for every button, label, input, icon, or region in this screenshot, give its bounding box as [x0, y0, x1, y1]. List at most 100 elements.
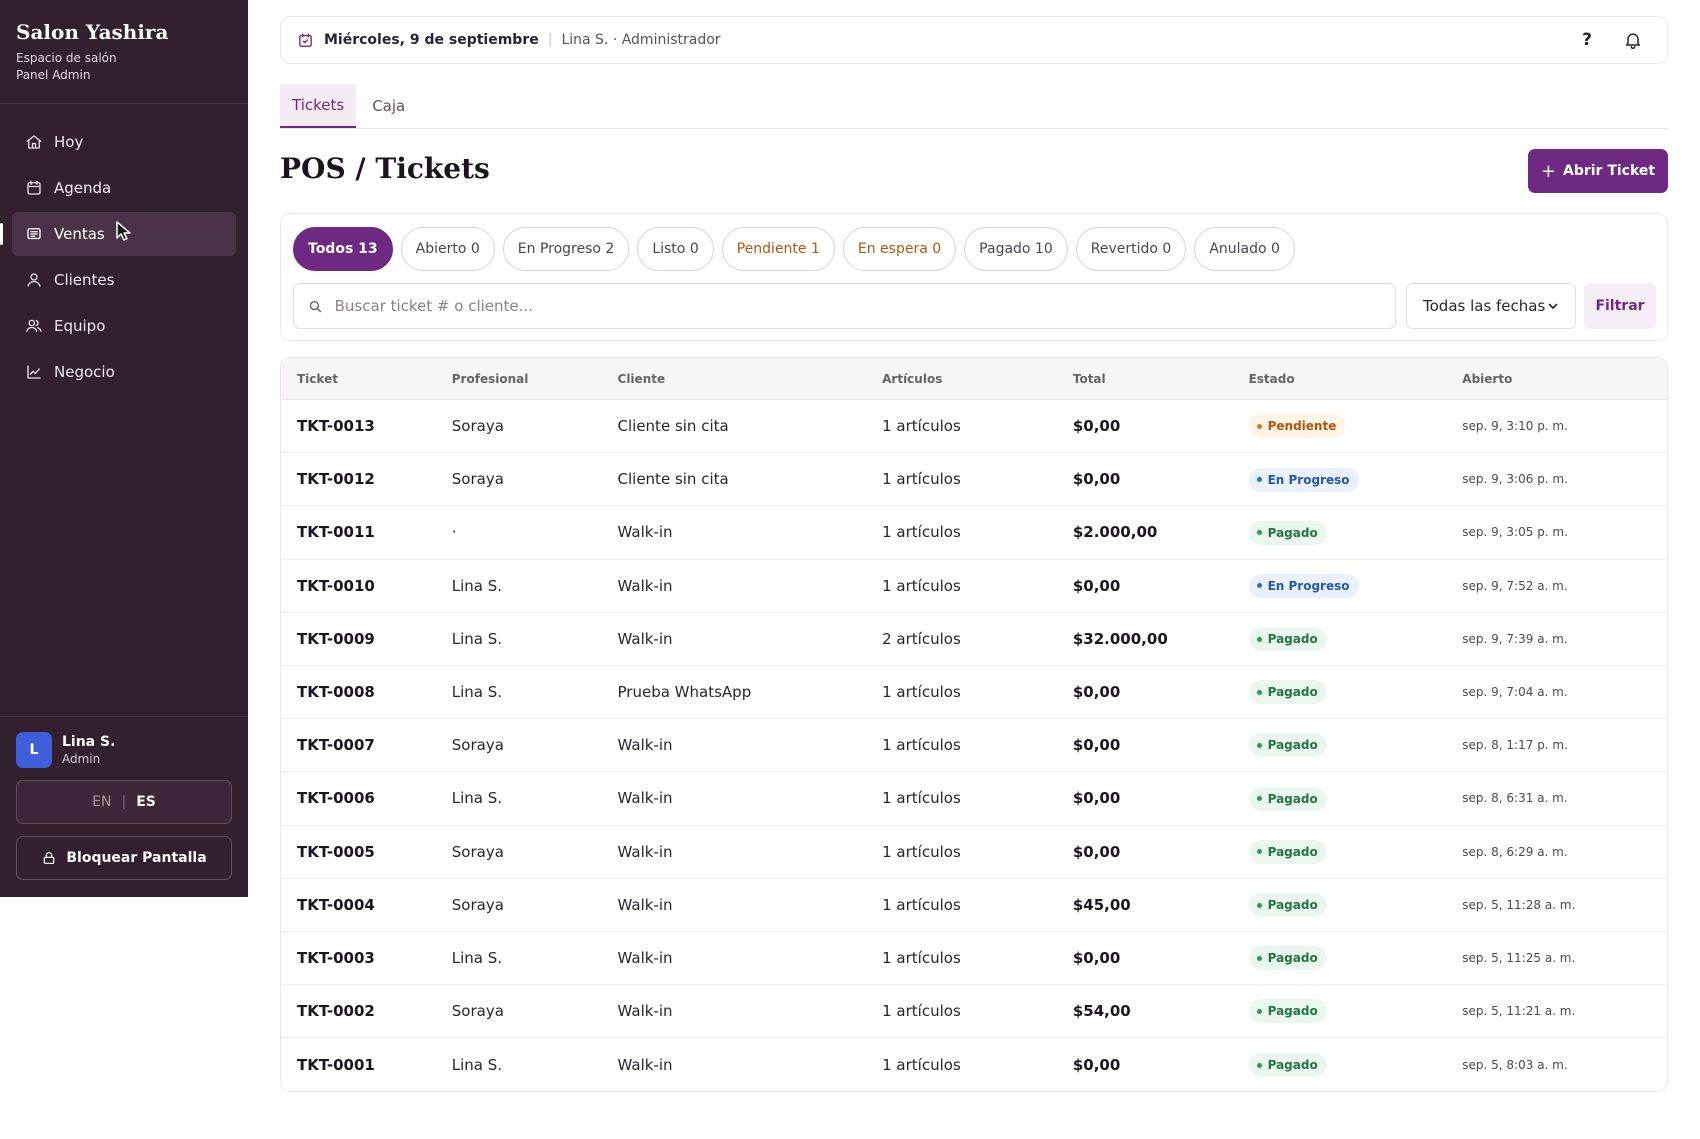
status-label: En Progreso — [1267, 472, 1350, 487]
chevron-down-icon — [1548, 303, 1558, 309]
professional-cell: Soraya — [451, 1002, 504, 1021]
table-row[interactable]: TKT-0009 Lina S. Walk-in 2 artículos $32.000… — [281, 613, 1667, 666]
sidebar-item-clientes[interactable]: Clientes — [12, 258, 236, 302]
table-row[interactable]: TKT-0011 · Walk-in 1 artículos $2.000,00 Paga… — [281, 506, 1667, 560]
filter-pill-anulado[interactable]: Anulado 0 — [1194, 227, 1295, 271]
client-cell: Walk-in — [617, 629, 673, 648]
client-cell: Walk-in — [617, 789, 673, 808]
lock-screen-button[interactable]: Bloquear Pantalla — [16, 836, 232, 880]
opened-cell: sep. 8, 6:29 a. m. — [1462, 844, 1568, 859]
status-dot-icon — [1256, 477, 1262, 483]
filter-pill-pendiente[interactable]: Pendiente 1 — [721, 227, 835, 271]
plus-icon: + — [1540, 160, 1556, 182]
table-row[interactable]: TKT-0010 Lina S. Walk-in 1 artículos $0,00 En… — [281, 560, 1667, 613]
total-cell: $0,00 — [1072, 417, 1121, 436]
status-cell: Pagado — [1248, 1053, 1463, 1078]
opened-cell: sep. 9, 7:52 a. m. — [1462, 578, 1568, 593]
column-header-abierto[interactable]: Abierto — [1462, 372, 1667, 386]
receipt-icon — [27, 228, 41, 240]
table-row[interactable]: TKT-0005 Soraya Walk-in 1 artículos $0,00 Pag… — [281, 826, 1667, 879]
total-cell: $0,00 — [1072, 948, 1121, 967]
table-row[interactable]: TKT-0007 Soraya Walk-in 1 artículos $0,00 Pag… — [281, 719, 1667, 773]
open-ticket-button[interactable]: + Abrir Ticket — [1528, 149, 1668, 193]
open-ticket-label: Abrir Ticket — [1562, 163, 1656, 179]
table-row[interactable]: TKT-0004 Soraya Walk-in 1 artículos $45,00 Pa… — [281, 879, 1667, 932]
items-cell: 1 artículos — [882, 1002, 961, 1021]
column-header-ticket[interactable]: Ticket — [281, 372, 452, 386]
filter-pill-en-progreso[interactable]: En Progreso 2 — [502, 227, 630, 271]
status-label: Pagado — [1267, 898, 1318, 913]
filter-pill-todos[interactable]: Todos 13 — [293, 227, 393, 271]
status-cell: Pagado — [1248, 893, 1463, 918]
items-cell: 1 artículos — [882, 523, 961, 542]
date-range-select[interactable]: Todas las fechas — [1406, 283, 1576, 329]
ticket-id-cell: TKT-0013 — [297, 417, 375, 436]
column-header-articulos[interactable]: Artículos — [882, 372, 1057, 386]
status-label: Pagado — [1267, 844, 1318, 859]
client-cell: Walk-in — [617, 1055, 673, 1074]
table-row[interactable]: TKT-0001 Lina S. Walk-in 1 artículos $0,00 Pa… — [281, 1038, 1667, 1091]
table-row[interactable]: TKT-0002 Soraya Walk-in 1 artículos $54,00 Pa… — [281, 985, 1667, 1039]
status-cell: Pagado — [1248, 627, 1463, 652]
column-header-cliente[interactable]: Cliente — [618, 372, 883, 386]
search-input[interactable] — [334, 297, 1381, 315]
status-badge: Pendiente — [1248, 414, 1346, 439]
user-card[interactable]: L Lina S. Admin — [16, 732, 232, 768]
status-label: Pagado — [1267, 632, 1318, 647]
sidebar-item-equipo[interactable]: Equipo — [12, 304, 236, 348]
items-cell: 2 artículos — [882, 629, 961, 648]
sidebar-item-agenda[interactable]: Agenda — [12, 166, 236, 210]
current-date: Miércoles, 9 de septiembre — [324, 32, 539, 48]
search-box — [293, 283, 1396, 329]
status-label: Pagado — [1267, 685, 1318, 700]
client-cell: Cliente sin cita — [617, 470, 729, 489]
opened-cell: sep. 9, 7:04 a. m. — [1462, 685, 1568, 700]
lock-screen-label: Bloquear Pantalla — [66, 850, 207, 866]
filter-pill-en-espera[interactable]: En espera 0 — [842, 227, 957, 271]
table-row[interactable]: TKT-0006 Lina S. Walk-in 1 artículos $0,00 Pa… — [281, 772, 1667, 826]
language-en-option[interactable]: EN — [92, 794, 111, 810]
column-header-total[interactable]: Total — [1057, 372, 1249, 386]
total-cell: $45,00 — [1072, 895, 1131, 914]
tab-caja[interactable]: Caja — [360, 84, 417, 128]
items-cell: 1 artículos — [882, 895, 961, 914]
help-button[interactable]: ? — [1571, 30, 1603, 50]
status-dot-icon — [1256, 796, 1262, 802]
professional-cell: · — [451, 523, 457, 542]
tab-tickets[interactable]: Tickets — [280, 84, 357, 128]
lock-icon — [44, 852, 55, 864]
client-cell: Cliente sin cita — [617, 417, 729, 436]
filter-pill-revertido[interactable]: Revertido 0 — [1075, 227, 1187, 271]
total-cell: $32.000,00 — [1072, 629, 1168, 648]
bell-icon[interactable] — [1623, 30, 1643, 50]
table-row[interactable]: TKT-0003 Lina S. Walk-in 1 artículos $0,00 Pa… — [281, 932, 1667, 986]
opened-cell: sep. 5, 8:03 a. m. — [1462, 1057, 1568, 1072]
client-cell: Walk-in — [617, 948, 673, 967]
status-dot-icon — [1256, 423, 1262, 429]
sidebar-item-hoy[interactable]: Hoy — [12, 120, 236, 164]
status-label: Pagado — [1267, 951, 1318, 966]
professional-cell: Lina S. — [451, 948, 503, 967]
column-header-profesional[interactable]: Profesional — [452, 372, 618, 386]
current-user: Lina S. · Administrador — [561, 32, 721, 48]
table-row[interactable]: TKT-0008 Lina S. Prueba WhatsApp 1 artículo… — [281, 666, 1667, 720]
status-dot-icon — [1256, 1062, 1262, 1068]
language-separator: | — [121, 794, 127, 810]
language-es-option[interactable]: ES — [136, 794, 156, 810]
status-cell: Pagado — [1248, 999, 1463, 1024]
ticket-id-cell: TKT-0007 — [297, 736, 375, 755]
total-cell: $0,00 — [1072, 736, 1121, 755]
home-icon — [26, 135, 42, 149]
filter-pill-listo[interactable]: Listo 0 — [637, 227, 714, 271]
status-badge: En Progreso — [1248, 573, 1359, 598]
filter-button[interactable]: Filtrar — [1584, 283, 1656, 329]
total-cell: $0,00 — [1072, 842, 1121, 861]
filter-pill-abierto[interactable]: Abierto 0 — [400, 227, 495, 271]
filter-pill-pagado[interactable]: Pagado 10 — [964, 227, 1068, 271]
table-row[interactable]: TKT-0013 Soraya Cliente sin cita 1 artículo… — [281, 400, 1667, 454]
status-cell: Pagado — [1248, 680, 1463, 705]
sidebar-item-negocio[interactable]: Negocio — [12, 350, 236, 394]
column-header-estado[interactable]: Estado — [1249, 372, 1463, 386]
opened-cell: sep. 9, 3:05 p. m. — [1462, 525, 1568, 540]
table-row[interactable]: TKT-0012 Soraya Cliente sin cita 1 artículo… — [281, 453, 1667, 507]
